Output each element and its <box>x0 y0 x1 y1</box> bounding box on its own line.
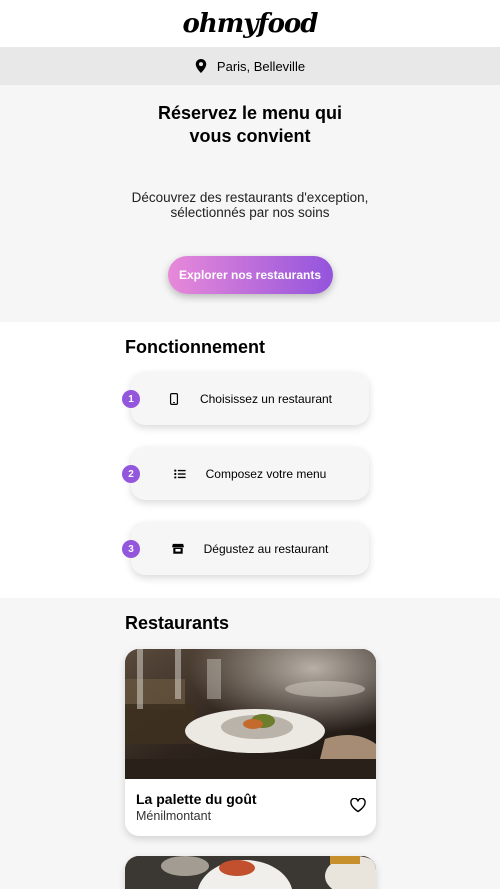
restaurant-card-info: La palette du goût Ménilmontant <box>125 779 376 836</box>
list-icon <box>173 468 186 479</box>
location-label: Paris, Belleville <box>216 58 306 74</box>
restaurant-photo-illustration <box>125 856 376 889</box>
hero-title: Réservez le menu qui vous convient <box>157 103 343 146</box>
step-label: Composez votre menu <box>205 466 327 481</box>
restaurant-card-next[interactable] <box>125 856 376 889</box>
restaurant-photo-illustration <box>125 649 376 779</box>
mobile-phone-icon <box>169 392 178 405</box>
step-label: Dégustez au restaurant <box>203 541 329 556</box>
step-number-badge: 3 <box>122 540 140 558</box>
how-it-works-section: Fonctionnement 1 Choisissez un restauran… <box>0 322 500 598</box>
heart-outline-icon[interactable] <box>350 798 366 813</box>
ohmyfood-logo[interactable]: ohmyfood <box>183 9 319 39</box>
restaurant-area: Ménilmontant <box>136 809 212 823</box>
restaurant-photo <box>125 649 376 779</box>
explore-restaurants-button[interactable]: Explorer nos restaurants <box>167 256 333 294</box>
location-pin-icon <box>195 59 207 73</box>
restaurant-photo <box>125 856 376 889</box>
hero-subtitle: Découvrez des restaurants d'exception, s… <box>131 190 369 220</box>
step-number-badge: 2 <box>122 465 140 483</box>
restaurant-name: La palette du goût <box>136 791 257 807</box>
step-number-badge: 1 <box>122 390 140 408</box>
app-header: ohmyfood <box>0 0 500 47</box>
how-it-works-title: Fonctionnement <box>125 337 265 357</box>
restaurant-card[interactable]: La palette du goût Ménilmontant <box>125 649 376 836</box>
step-enjoy-restaurant[interactable]: 3 Dégustez au restaurant <box>122 522 369 575</box>
restaurants-section: Restaurants La palette du goût Ménilmont… <box>0 598 500 889</box>
step-label: Choisissez un restaurant <box>199 391 333 406</box>
hero-section: Réservez le menu qui vous convient Décou… <box>0 85 500 322</box>
step-compose-menu[interactable]: 2 Composez votre menu <box>122 447 369 500</box>
location-bar[interactable]: Paris, Belleville <box>0 47 500 85</box>
store-icon <box>171 543 184 554</box>
step-choose-restaurant[interactable]: 1 Choisissez un restaurant <box>122 372 369 425</box>
restaurants-title: Restaurants <box>125 613 230 633</box>
